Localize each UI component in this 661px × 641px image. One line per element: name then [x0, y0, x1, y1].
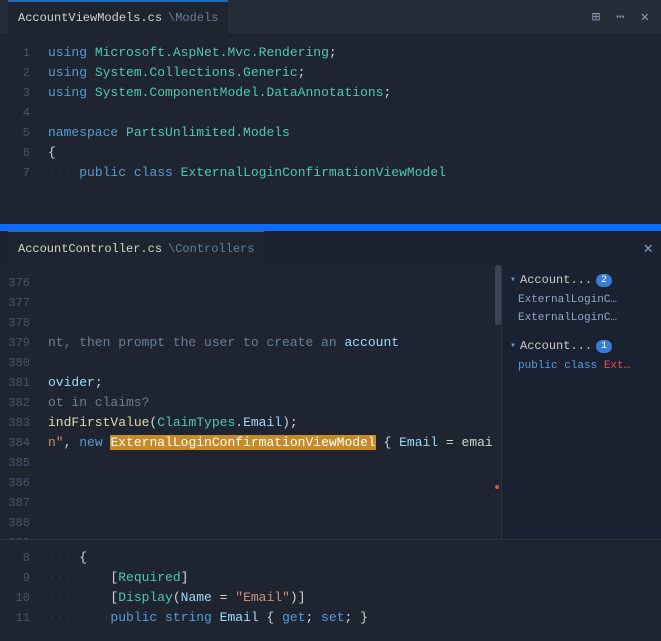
bottom-code-area-bottom[interactable]: ····{ ········[Required] ········[Displa…: [40, 540, 661, 636]
code-line-381: ovider;: [40, 373, 493, 393]
top-tab-accountviewmodels[interactable]: AccountViewModels.cs \Models: [8, 0, 228, 35]
peek-item-2-1[interactable]: public class Ext…: [502, 357, 661, 375]
peek-section-2: ▾ Account... 1 public class Ext…: [502, 331, 661, 379]
line-num-1: 1: [0, 43, 30, 63]
bottom-code-bottom: 8 9 10 11 ····{ ········[Required] ·····…: [0, 539, 661, 636]
line-num-5: 5: [0, 123, 30, 143]
line-num-376: 376: [0, 273, 30, 293]
bottom-line-numbers: 376 377 378 379 380 381 382 383 384 385 …: [0, 265, 40, 539]
code-line-387: [40, 493, 493, 513]
close-top-tab-button[interactable]: ✕: [637, 7, 653, 28]
peek-section-1: ▾ Account... 2 ExternalLoginC… ExternalL…: [502, 265, 661, 331]
bottom-section: AccountController.cs \Controllers ✕ 376 …: [0, 230, 661, 636]
line-num-385: 385: [0, 453, 30, 473]
chevron-down-icon-2: ▾: [510, 340, 516, 352]
line-num-8: 8: [0, 548, 30, 568]
scroll-indicator: [0, 224, 661, 227]
peek-item-1-1[interactable]: ExternalLoginC…: [502, 291, 661, 309]
line-num-3: 3: [0, 83, 30, 103]
line-num-379: 379: [0, 333, 30, 353]
chevron-down-icon-1: ▾: [510, 274, 516, 286]
peek-section-2-label: Account...: [520, 339, 592, 353]
code-line-8: ····{: [40, 548, 661, 568]
code-line-9: ········[Required]: [40, 568, 661, 588]
bottom-tab-path: \Controllers: [168, 242, 254, 256]
close-bottom-tab-button[interactable]: ✕: [643, 238, 653, 258]
peek-section-header-1[interactable]: ▾ Account... 2: [502, 269, 661, 291]
peek-section-2-badge: 1: [596, 340, 612, 353]
top-tab-controls: ⊞ ⋯ ✕: [588, 7, 653, 28]
bottom-tab-filename: AccountController.cs: [18, 242, 162, 256]
bottom-tab-bar: AccountController.cs \Controllers ✕: [0, 230, 661, 265]
code-line-7: ····public class ExternalLoginConfirmati…: [40, 163, 661, 183]
line-num-7: 7: [0, 163, 30, 183]
code-line-388: [40, 513, 493, 533]
bottom-code-area-main[interactable]: nt, then prompt the user to create an ac…: [40, 265, 493, 539]
code-line-377: [40, 293, 493, 313]
code-line-380: [40, 353, 493, 373]
top-editor-pane: 1 2 3 4 5 6 7 using Microsoft.AspNet.Mvc…: [0, 35, 661, 230]
split-editor-icon[interactable]: ⊞: [588, 7, 604, 28]
code-line-1: using Microsoft.AspNet.Mvc.Rendering;: [40, 43, 661, 63]
code-line-384: n", new ExternalLoginConfirmationViewMod…: [40, 433, 493, 453]
line-num-378: 378: [0, 313, 30, 333]
top-tab-bar: AccountViewModels.cs \Models ⊞ ⋯ ✕: [0, 0, 661, 35]
line-num-381: 381: [0, 373, 30, 393]
line-num-388: 388: [0, 513, 30, 533]
line-num-377: 377: [0, 293, 30, 313]
top-tab-path: \Models: [168, 11, 218, 25]
code-line-10: ········[Display(Name = "Email")]: [40, 588, 661, 608]
line-num-380: 380: [0, 353, 30, 373]
line-num-4: 4: [0, 103, 30, 123]
line-num-382: 382: [0, 393, 30, 413]
code-line-385: [40, 453, 493, 473]
peek-section-header-2[interactable]: ▾ Account... 1: [502, 335, 661, 357]
scrollbar-track[interactable]: [493, 265, 501, 539]
line-num-2: 2: [0, 63, 30, 83]
code-line-382: ot in claims?: [40, 393, 493, 413]
code-line-379: nt, then prompt the user to create an ac…: [40, 333, 493, 353]
peek-item-1-2[interactable]: ExternalLoginC…: [502, 309, 661, 327]
line-num-386: 386: [0, 473, 30, 493]
top-code-area[interactable]: using Microsoft.AspNet.Mvc.Rendering; us…: [40, 35, 661, 227]
line-num-11: 11: [0, 608, 30, 628]
line-num-383: 383: [0, 413, 30, 433]
line-num-387: 387: [0, 493, 30, 513]
top-tab-filename: AccountViewModels.cs: [18, 11, 162, 25]
code-line-376: [40, 273, 493, 293]
top-line-numbers: 1 2 3 4 5 6 7: [0, 35, 40, 227]
code-line-383: indFirstValue(ClaimTypes.Email);: [40, 413, 493, 433]
peek-section-1-badge: 2: [596, 274, 612, 287]
code-line-4: [40, 103, 661, 123]
bottom-tab-accountcontroller[interactable]: AccountController.cs \Controllers: [8, 230, 264, 265]
code-line-11: ········public string Email { get; set; …: [40, 608, 661, 628]
peek-panel: ▾ Account... 2 ExternalLoginC… ExternalL…: [501, 265, 661, 539]
line-num-389: 389: [0, 533, 30, 539]
code-line-2: using System.Collections.Generic;: [40, 63, 661, 83]
line-num-10: 10: [0, 588, 30, 608]
code-line-378: [40, 313, 493, 333]
code-line-6: {: [40, 143, 661, 163]
bottom-editor-with-peek: 376 377 378 379 380 381 382 383 384 385 …: [0, 265, 661, 539]
code-line-386: [40, 473, 493, 493]
code-line-5: namespace PartsUnlimited.Models: [40, 123, 661, 143]
line-num-384: 384: [0, 433, 30, 453]
code-line-389: [40, 533, 493, 539]
line-num-6: 6: [0, 143, 30, 163]
bottom-bottom-line-numbers: 8 9 10 11: [0, 540, 40, 636]
peek-section-1-label: Account...: [520, 273, 592, 287]
more-actions-icon[interactable]: ⋯: [612, 7, 628, 28]
line-num-9: 9: [0, 568, 30, 588]
code-line-3: using System.ComponentModel.DataAnnotati…: [40, 83, 661, 103]
